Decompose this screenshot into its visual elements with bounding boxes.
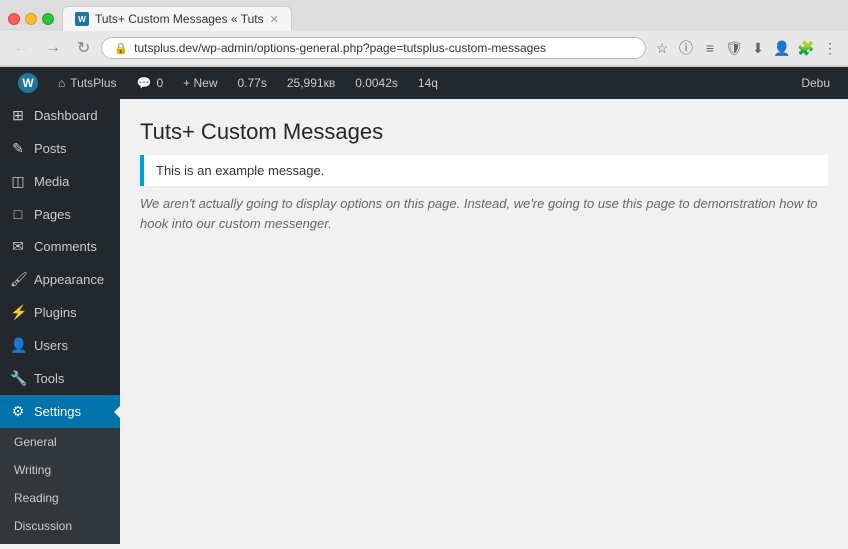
perf3: 0.0042s: [355, 76, 398, 90]
perf2: 25,991кв: [287, 76, 335, 90]
submenu-writing[interactable]: Writing: [0, 456, 120, 484]
appearance-icon: 🖌: [10, 271, 26, 288]
perf1-item: 0.77s: [228, 67, 277, 99]
download-icon[interactable]: ⬇: [748, 38, 768, 58]
page-title: Tuts+ Custom Messages: [140, 119, 828, 145]
description-text: We aren't actually going to display opti…: [140, 194, 828, 233]
tab-close-button[interactable]: ✕: [270, 13, 279, 26]
comments-icon: 💬: [137, 76, 152, 90]
sidebar-item-appearance[interactable]: 🖌 Appearance: [0, 263, 120, 296]
new-label: + New: [183, 76, 217, 90]
site-name-item[interactable]: ⌂ TutsPlus: [48, 67, 127, 99]
extension-icon[interactable]: 🧩: [796, 38, 816, 58]
menu-icon[interactable]: ⋮: [820, 38, 840, 58]
notice-box: This is an example message.: [140, 155, 828, 186]
browser-tab[interactable]: W Tuts+ Custom Messages « Tuts ✕: [62, 6, 292, 31]
comments-count: 0: [156, 76, 163, 90]
submenu-general-label: General: [14, 435, 57, 449]
submenu-general[interactable]: General: [0, 428, 120, 456]
sidebar-item-settings[interactable]: ⚙ Settings: [0, 395, 120, 428]
sidebar-item-posts[interactable]: ✎ Posts: [0, 132, 120, 165]
url-text: tutsplus.dev/wp-admin/options-general.ph…: [134, 41, 633, 55]
plugins-icon: ⚡: [10, 304, 26, 321]
sidebar-item-wrapper-settings: ⚙ Settings: [0, 395, 120, 428]
bookmark-icon[interactable]: ☆: [652, 38, 672, 58]
browser-titlebar: W Tuts+ Custom Messages « Tuts ✕: [0, 0, 848, 31]
wp-admin: W ⌂ TutsPlus 💬 0 + New 0.77s 25,991кв 0.…: [0, 67, 848, 544]
submenu-media[interactable]: Media: [0, 540, 120, 544]
sidebar-label-tools: Tools: [34, 371, 64, 386]
sidebar-item-dashboard[interactable]: ⊞ Dashboard: [0, 99, 120, 132]
back-button[interactable]: ←: [8, 37, 34, 59]
browser-chrome: W Tuts+ Custom Messages « Tuts ✕ ← → ↻ 🔒…: [0, 0, 848, 67]
reload-button[interactable]: ↻: [72, 36, 95, 60]
tab-favicon: W: [75, 12, 89, 26]
sidebar-label-plugins: Plugins: [34, 305, 77, 320]
debug-item[interactable]: Debu: [791, 76, 840, 90]
settings-icon: ⚙: [10, 403, 26, 420]
layers-icon[interactable]: ≡: [700, 38, 720, 58]
tab-favicon-letter: W: [78, 15, 86, 24]
perf1: 0.77s: [238, 76, 267, 90]
address-bar[interactable]: 🔒 tutsplus.dev/wp-admin/options-general.…: [101, 37, 646, 59]
sidebar-label-posts: Posts: [34, 141, 67, 156]
sidebar-item-media[interactable]: ◫ Media: [0, 165, 120, 198]
browser-toolbar: ← → ↻ 🔒 tutsplus.dev/wp-admin/options-ge…: [0, 31, 848, 66]
shield-icon[interactable]: 🛡: [724, 38, 744, 58]
sidebar-label-comments: Comments: [34, 239, 97, 254]
pages-icon: □: [10, 206, 26, 222]
sidebar-label-users: Users: [34, 338, 68, 353]
settings-submenu: General Writing Reading Discussion Media…: [0, 428, 120, 544]
secure-icon: 🔒: [114, 42, 128, 55]
perf3-item: 0.0042s: [345, 67, 408, 99]
submenu-discussion-label: Discussion: [14, 519, 72, 533]
site-name: TutsPlus: [70, 76, 116, 90]
posts-icon: ✎: [10, 140, 26, 157]
sidebar-label-appearance: Appearance: [34, 272, 104, 287]
admin-bar: W ⌂ TutsPlus 💬 0 + New 0.77s 25,991кв 0.…: [0, 67, 848, 99]
submenu-reading-label: Reading: [14, 491, 59, 505]
wp-logo-letter: W: [22, 76, 33, 90]
comments-nav-icon: ✉: [10, 238, 26, 255]
new-item[interactable]: + New: [173, 67, 227, 99]
forward-button[interactable]: →: [40, 37, 66, 59]
perf4-item: 14q: [408, 67, 448, 99]
wp-logo-item[interactable]: W: [8, 67, 48, 99]
settings-arrow: [114, 406, 120, 418]
media-icon: ◫: [10, 173, 26, 190]
sidebar-item-plugins[interactable]: ⚡ Plugins: [0, 296, 120, 329]
tab-title: Tuts+ Custom Messages « Tuts: [95, 12, 264, 26]
sidebar: ⊞ Dashboard ✎ Posts ◫ Media □ Pages ✉ Co…: [0, 99, 120, 544]
submenu-writing-label: Writing: [14, 463, 51, 477]
perf4: 14q: [418, 76, 438, 90]
sidebar-item-tools[interactable]: 🔧 Tools: [0, 362, 120, 395]
sidebar-item-users[interactable]: 👤 Users: [0, 329, 120, 362]
sidebar-label-settings: Settings: [34, 404, 81, 419]
sidebar-item-pages[interactable]: □ Pages: [0, 198, 120, 230]
tools-icon: 🔧: [10, 370, 26, 387]
sidebar-label-media: Media: [34, 174, 69, 189]
submenu-reading[interactable]: Reading: [0, 484, 120, 512]
submenu-discussion[interactable]: Discussion: [0, 512, 120, 540]
toolbar-icons: ☆ ⓘ ≡ 🛡 ⬇ 👤 🧩 ⋮: [652, 38, 840, 58]
notice-text: This is an example message.: [156, 163, 816, 178]
dashboard-icon: ⊞: [10, 107, 26, 124]
close-dot[interactable]: [8, 13, 20, 25]
wp-logo: W: [18, 73, 38, 93]
comments-item[interactable]: 💬 0: [127, 67, 174, 99]
users-icon: 👤: [10, 337, 26, 354]
browser-dots: [8, 13, 54, 25]
profile-icon[interactable]: 👤: [772, 38, 792, 58]
maximize-dot[interactable]: [42, 13, 54, 25]
info-icon[interactable]: ⓘ: [676, 38, 696, 58]
sidebar-label-pages: Pages: [34, 207, 71, 222]
minimize-dot[interactable]: [25, 13, 37, 25]
home-icon: ⌂: [58, 76, 65, 90]
wp-main: ⊞ Dashboard ✎ Posts ◫ Media □ Pages ✉ Co…: [0, 99, 848, 544]
main-content: Tuts+ Custom Messages This is an example…: [120, 99, 848, 544]
perf2-item: 25,991кв: [277, 67, 345, 99]
sidebar-item-comments[interactable]: ✉ Comments: [0, 230, 120, 263]
debug-label: Debu: [801, 76, 830, 90]
sidebar-label-dashboard: Dashboard: [34, 108, 98, 123]
